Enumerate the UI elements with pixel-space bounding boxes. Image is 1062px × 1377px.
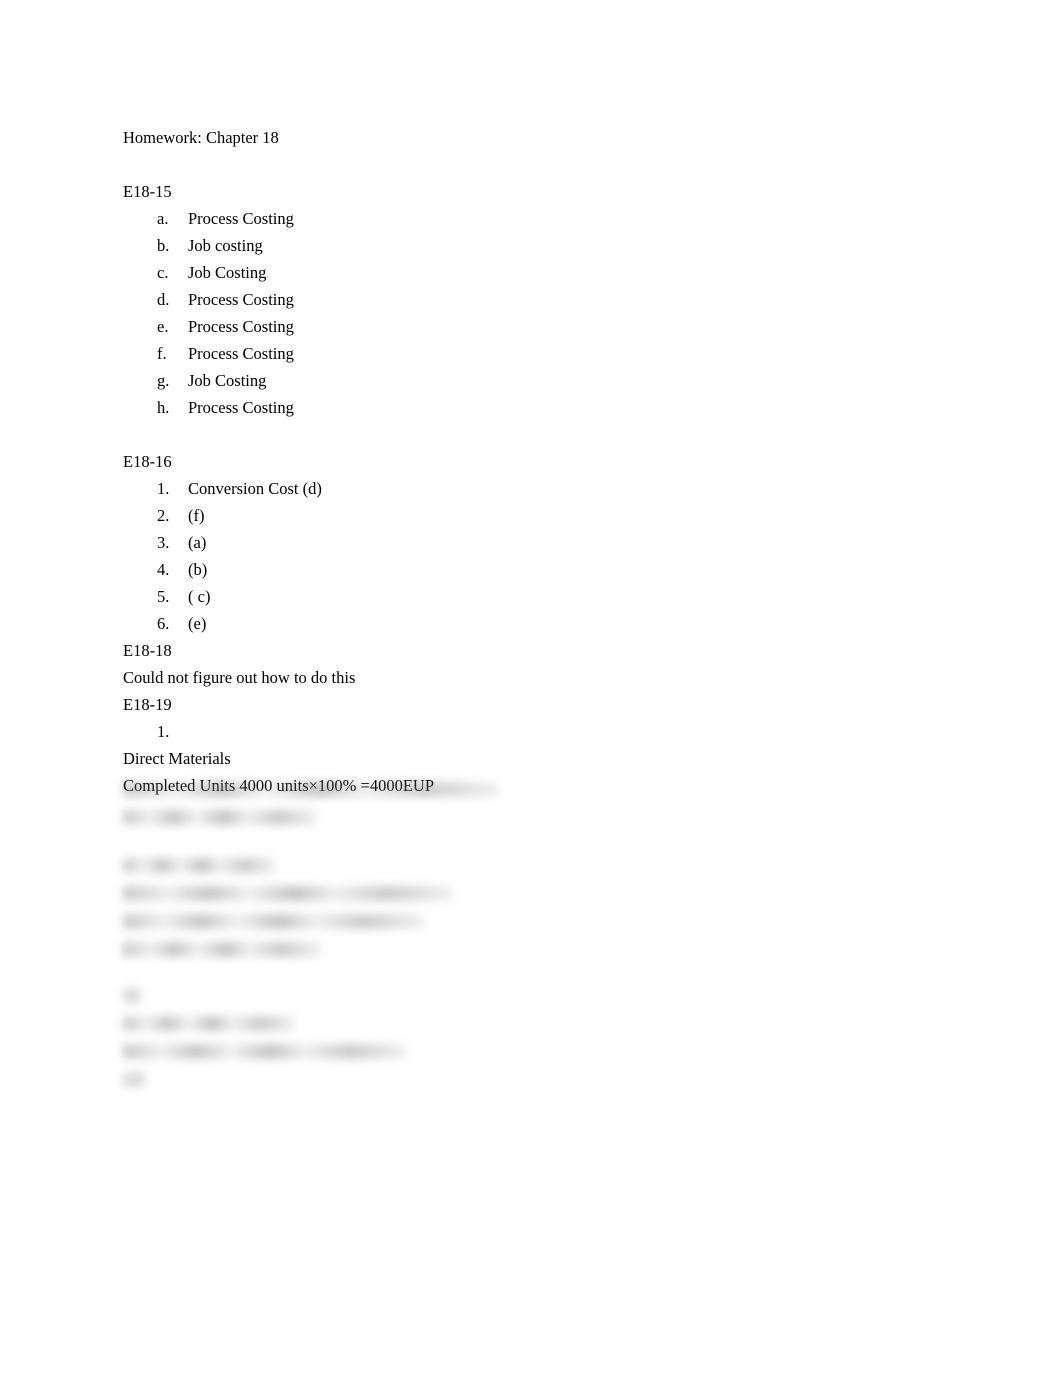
document-body: Homework: Chapter 18 E18-15 a. Process C… — [123, 124, 943, 799]
list-item-label: Job Costing — [188, 371, 267, 390]
blurred-text-block-2 — [123, 858, 453, 970]
list-item: 2. (f) — [123, 502, 943, 529]
list-item-label: Process Costing — [188, 290, 294, 309]
subheading-direct-materials: Direct Materials — [123, 749, 231, 768]
section-heading-e18-18: E18-18 — [123, 641, 172, 660]
list-item: h. Process Costing — [123, 394, 943, 421]
list-marker: e. — [157, 317, 169, 336]
list-item: b. Job costing — [123, 232, 943, 259]
list-marker: a. — [157, 209, 169, 228]
list-item: 6. (e) — [123, 610, 943, 637]
list-item: a. Process Costing — [123, 205, 943, 232]
list-item-label: Job Costing — [188, 263, 267, 282]
list-item-label: Process Costing — [188, 398, 294, 417]
list-e18-16: 1. Conversion Cost (d) 2. (f) 3. (a) 4. … — [123, 475, 943, 637]
list-item: e. Process Costing — [123, 313, 943, 340]
list-item-label — [188, 718, 943, 745]
list-item-label: Process Costing — [188, 317, 294, 336]
blurred-text-line — [123, 858, 275, 873]
blurred-text-line — [123, 1016, 295, 1031]
list-marker: 4. — [157, 560, 170, 579]
section-note-e18-18: Could not figure out how to do this — [123, 668, 356, 687]
list-item: 1. — [123, 718, 943, 745]
page-title: Homework: Chapter 18 — [123, 128, 279, 147]
blurred-text-line — [123, 914, 424, 929]
list-marker: 2. — [157, 506, 170, 525]
blurred-text-block-3 — [123, 988, 406, 1100]
list-marker: 3. — [157, 533, 170, 552]
blurred-text-line — [123, 1044, 406, 1059]
blurred-text-line — [123, 1072, 145, 1087]
list-item-label: (a) — [188, 533, 207, 552]
list-item: 1. Conversion Cost (d) — [123, 475, 943, 502]
list-item: 3. (a) — [123, 529, 943, 556]
list-marker: 1. — [157, 479, 170, 498]
list-marker: 5. — [157, 587, 170, 606]
list-item-label: Job costing — [188, 236, 263, 255]
blurred-text-line — [123, 810, 317, 825]
list-item-label: (f) — [188, 506, 205, 525]
list-e18-15: a. Process Costing b. Job costing c. Job… — [123, 205, 943, 421]
list-item-label: Conversion Cost (d) — [188, 479, 322, 498]
list-marker: d. — [157, 290, 170, 309]
list-e18-19: 1. — [123, 718, 943, 745]
list-marker: 1. — [157, 722, 170, 741]
list-item: d. Process Costing — [123, 286, 943, 313]
section-heading-e18-16: E18-16 — [123, 452, 172, 471]
list-marker: 6. — [157, 614, 170, 633]
list-marker: g. — [157, 371, 170, 390]
section-heading-e18-19: E18-19 — [123, 695, 172, 714]
document-page: Homework: Chapter 18 E18-15 a. Process C… — [0, 0, 1062, 1377]
list-item-label: (e) — [188, 614, 207, 633]
list-item-label: Process Costing — [188, 209, 294, 228]
list-item-label: Process Costing — [188, 344, 294, 363]
blurred-text-line — [123, 988, 141, 1003]
blurred-text-block-1 — [123, 782, 499, 838]
blurred-text-line — [123, 886, 453, 901]
list-marker: h. — [157, 398, 170, 417]
list-item: 5. ( c) — [123, 583, 943, 610]
list-item: 4. (b) — [123, 556, 943, 583]
list-marker: b. — [157, 236, 170, 255]
list-marker: c. — [157, 263, 169, 282]
blurred-text-line — [123, 782, 499, 797]
list-marker: f. — [157, 344, 167, 363]
list-item: c. Job Costing — [123, 259, 943, 286]
list-item-label: (b) — [188, 560, 208, 579]
list-item: g. Job Costing — [123, 367, 943, 394]
list-item-label: ( c) — [188, 587, 211, 606]
blurred-text-line — [123, 942, 321, 957]
list-item: f. Process Costing — [123, 340, 943, 367]
section-heading-e18-15: E18-15 — [123, 182, 172, 201]
